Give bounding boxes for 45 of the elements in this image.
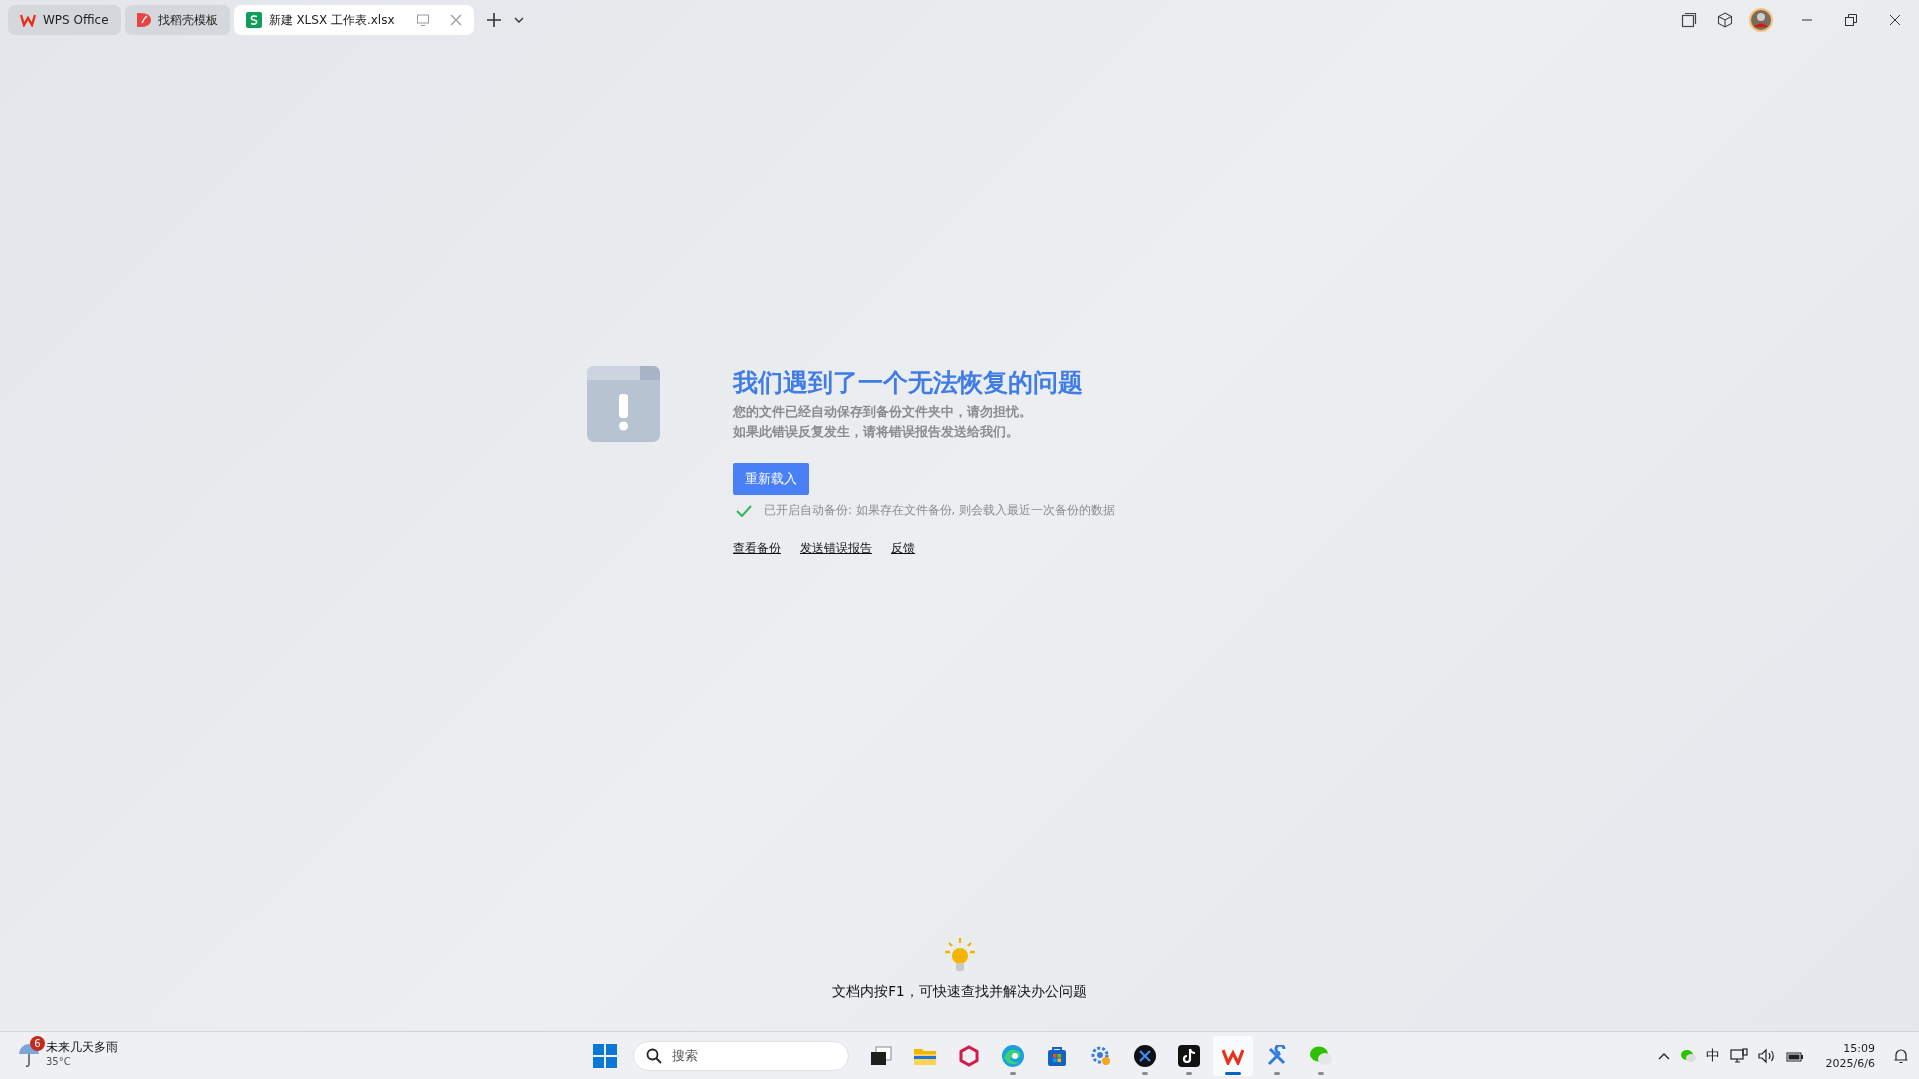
caret-icon[interactable] [513, 17, 524, 23]
cube-icon[interactable] [1717, 12, 1733, 28]
chevron-up-icon[interactable] [1657, 1051, 1670, 1060]
windows-start-icon[interactable] [593, 1043, 617, 1068]
checkmark-icon [736, 504, 752, 517]
help-tip: 文档内按F1，可快速查找并解决办公问题 [832, 983, 1087, 1001]
close-icon[interactable] [1889, 14, 1901, 26]
weather-widget[interactable]: 6 未来几天多雨 35°C [18, 1038, 118, 1068]
avatar-icon[interactable] [1749, 8, 1773, 32]
action-link[interactable]: 查看备份 [733, 540, 781, 557]
overlapping-squares-icon[interactable] [1681, 12, 1697, 28]
chat-bubbles-icon [1309, 1044, 1333, 1067]
action-link[interactable]: 发送错误报告 [800, 540, 872, 557]
monitor-icon[interactable] [415, 13, 430, 27]
restore-icon[interactable] [1845, 14, 1857, 26]
plus-icon[interactable] [485, 12, 502, 28]
speaker-icon[interactable] [1757, 1047, 1776, 1064]
notification-bell-icon[interactable] [1893, 1047, 1909, 1064]
document-tab[interactable]: 新建 XLSX 工作表.xlsx [233, 5, 474, 35]
network-monitor-icon[interactable] [1729, 1047, 1748, 1064]
browser-swirl-icon [1001, 1043, 1025, 1068]
action-link[interactable]: 反馈 [891, 540, 915, 557]
warning-document-icon [587, 366, 660, 442]
reload-button[interactable]: 重新载入 [733, 463, 809, 495]
music-note-icon [1178, 1044, 1200, 1067]
temperature: 35°C [46, 1056, 72, 1067]
document-tab[interactable]: WPS Office [8, 5, 121, 35]
w-logo-icon [20, 13, 36, 27]
wrench-screwdriver-icon [1266, 1044, 1288, 1067]
store-bag-icon [1046, 1044, 1068, 1067]
clock[interactable]: 15:09 2025/6/6 [1825, 1040, 1875, 1071]
x-circle-icon [1133, 1043, 1157, 1068]
backup-note: 已开启自动备份: 如果存在文件备份, 则会载入最近一次备份的数据 [764, 503, 1115, 518]
search-icon [646, 1047, 662, 1064]
input-method-indicator[interactable]: 中 [1705, 1046, 1720, 1065]
error-message: 您的文件已经自动保存到备份文件夹中，请勿担忧。 如果此错误反复发生，请将错误报告发送给我们。 [733, 403, 1033, 441]
task-view-icon [870, 1045, 892, 1066]
w-logo-icon [1222, 1046, 1244, 1065]
notification-count: 6 [30, 1036, 45, 1051]
hexagon-icon [958, 1044, 980, 1067]
weather-title: 未来几天多雨 [46, 1039, 118, 1056]
search-field[interactable]: 搜索 [633, 1040, 849, 1071]
error-title: 我们遇到了一个无法恢复的问题 [733, 367, 1084, 399]
sheet-logo-icon [245, 12, 262, 28]
document-tab[interactable]: 找稻壳模板 [124, 5, 230, 35]
